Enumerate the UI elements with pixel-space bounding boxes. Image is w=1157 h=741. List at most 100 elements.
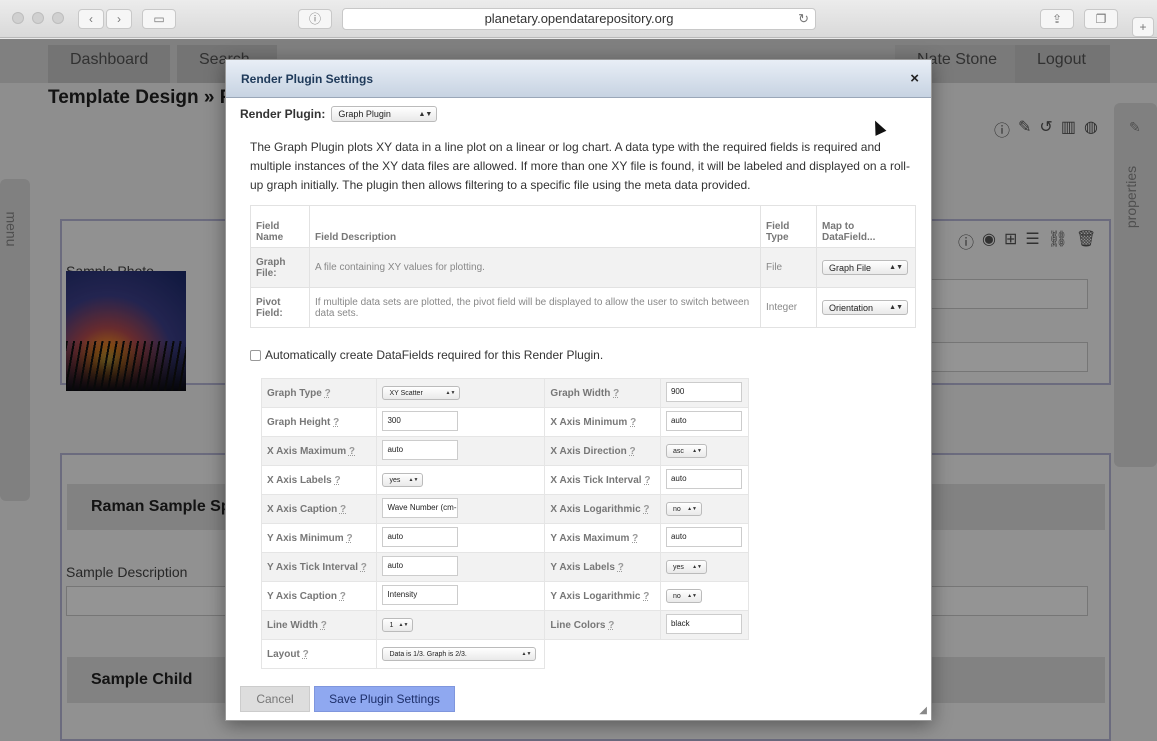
help-tooltip-link[interactable]: ? (361, 562, 367, 573)
help-tooltip-link[interactable]: ? (340, 504, 346, 515)
help-tooltip-link[interactable]: ? (325, 388, 331, 399)
graph-file-map-select[interactable]: Graph File ▲▼ (822, 260, 908, 275)
help-tooltip-link[interactable]: ? (643, 591, 649, 602)
select-arrows-icon: ▲▼ (418, 110, 433, 118)
address-bar[interactable]: planetary.opendatarepository.org ↻ (342, 8, 816, 30)
help-tooltip-link[interactable]: ? (346, 533, 352, 544)
dialog-title: Render Plugin Settings (241, 72, 374, 86)
map-cell: Graph File ▲▼ (816, 247, 916, 288)
option-row: X Axis Maximum ? auto X Axis Direction ? as… (260, 436, 750, 466)
help-tooltip-link[interactable]: ? (630, 446, 636, 457)
x-axis-maximum-input[interactable]: auto (382, 439, 459, 460)
option-label-cell: X Axis Logarithmic ? (544, 494, 661, 524)
help-tooltip-link[interactable]: ? (618, 562, 624, 573)
option-label-cell: Graph Height ? (260, 407, 378, 437)
option-value-cell: asc ▲▼ (659, 436, 750, 466)
option-row: Graph Type ? XY Scatter ▲▼ Graph Width ? 900 (260, 378, 750, 408)
graph-width-input[interactable]: 900 (665, 381, 742, 402)
field-name-cell: Graph File: (250, 247, 310, 288)
zoom-window-button[interactable] (52, 12, 64, 24)
select-arrows-icon: ▲▼ (687, 593, 697, 599)
y-axis-labels-select[interactable]: yes ▲▼ (665, 560, 707, 574)
line-width-select[interactable]: 1 ▲▼ (382, 618, 414, 632)
col-field-description: Field Description (309, 205, 761, 248)
graph-type-select[interactable]: XY Scatter ▲▼ (382, 386, 461, 400)
option-value-cell: auto (659, 465, 750, 495)
help-tooltip-link[interactable]: ? (608, 620, 614, 631)
x-axis-labels-select[interactable]: yes ▲▼ (382, 473, 424, 487)
sidebar-toggle-button[interactable]: ▭ (142, 9, 176, 29)
option-value-cell: auto (659, 407, 750, 437)
option-value-cell: black (659, 610, 750, 640)
map-cell: Orientation ▲▼ (816, 287, 916, 328)
reload-icon[interactable]: ↻ (798, 9, 809, 29)
x-axis-caption-input[interactable]: Wave Number (cm-1 (382, 497, 459, 518)
reader-button[interactable]: ⓘ (298, 9, 332, 29)
y-axis-logarithmic-select[interactable]: no ▲▼ (665, 589, 702, 603)
y-axis-tick-interval-input[interactable]: auto (382, 555, 459, 576)
graph-height-label: Graph Height (267, 416, 331, 428)
field-description-cell: If multiple data sets are plotted, the p… (309, 287, 761, 328)
y-axis-minimum-label: Y Axis Minimum (267, 532, 344, 544)
help-tooltip-link[interactable]: ? (334, 475, 340, 486)
y-axis-maximum-input[interactable]: auto (665, 526, 742, 547)
forward-button[interactable]: › (106, 9, 132, 29)
y-axis-caption-input[interactable]: Intensity (382, 584, 459, 605)
y-axis-tick-interval-label: Y Axis Tick Interval (267, 561, 358, 573)
help-tooltip-link[interactable]: ? (613, 388, 619, 399)
option-value-cell: 1 ▲▼ (376, 610, 546, 640)
sidebar-icon: ▭ (153, 12, 165, 26)
help-tooltip-link[interactable]: ? (303, 649, 309, 660)
help-tooltip-link[interactable]: ? (644, 475, 650, 486)
auto-create-checkbox[interactable] (250, 349, 261, 361)
x-axis-tick-interval-label: X Axis Tick Interval (550, 474, 642, 486)
chevron-left-icon: ‹ (89, 12, 93, 26)
option-value-cell: Data is 1/3. Graph is 2/3. ▲▼ (376, 639, 546, 669)
share-icon: ⇪ (1051, 12, 1063, 26)
select-arrows-icon: ▲▼ (692, 564, 702, 570)
cancel-button[interactable]: Cancel (240, 686, 310, 712)
col-map-to-datafield: Map to DataField... (816, 205, 916, 248)
layout-select[interactable]: Data is 1/3. Graph is 2/3. ▲▼ (382, 647, 537, 661)
pivot-field-map-select[interactable]: Orientation ▲▼ (822, 300, 908, 315)
url-text: planetary.opendatarepository.org (484, 11, 674, 26)
x-axis-minimum-input[interactable]: auto (665, 410, 742, 431)
x-axis-logarithmic-select[interactable]: no ▲▼ (665, 502, 702, 516)
back-button[interactable]: ‹ (78, 9, 104, 29)
line-colors-input[interactable]: black (665, 613, 742, 634)
help-tooltip-link[interactable]: ? (643, 504, 649, 515)
share-button[interactable]: ⇪ (1040, 9, 1074, 29)
option-label-cell: Y Axis Caption ? (260, 581, 378, 611)
close-icon[interactable]: × (910, 60, 919, 98)
graph-height-input[interactable]: 300 (382, 410, 459, 431)
help-tooltip-link[interactable]: ? (632, 533, 638, 544)
option-row: Y Axis Tick Interval ? auto Y Axis Labels … (260, 552, 750, 582)
x-axis-minimum-label: X Axis Minimum (550, 416, 628, 428)
select-arrows-icon: ▲▼ (889, 304, 903, 311)
save-plugin-settings-button[interactable]: Save Plugin Settings (314, 686, 455, 712)
option-label-cell: X Axis Minimum ? (544, 407, 661, 437)
help-tooltip-link[interactable]: ? (340, 591, 346, 602)
option-label-cell: X Axis Direction ? (544, 436, 661, 466)
help-tooltip-link[interactable]: ? (349, 446, 355, 457)
close-window-button[interactable] (12, 12, 24, 24)
auto-create-label: Automatically create DataFields required… (265, 348, 604, 362)
option-label-cell (545, 640, 661, 669)
render-plugin-select[interactable]: Graph Plugin ▲▼ (331, 106, 438, 122)
tabs-button[interactable]: ❐ (1084, 9, 1118, 29)
new-tab-button[interactable]: + (1132, 17, 1154, 37)
field-description-cell: A file containing XY values for plotting… (309, 247, 761, 288)
browser-toolbar: ‹ › ▭ ⓘ planetary.opendatarepository.org… (0, 0, 1157, 38)
help-tooltip-link[interactable]: ? (333, 417, 339, 428)
help-tooltip-link[interactable]: ? (630, 417, 636, 428)
minimize-window-button[interactable] (32, 12, 44, 24)
x-axis-direction-select[interactable]: asc ▲▼ (665, 444, 707, 458)
select-arrows-icon: ▲▼ (889, 264, 903, 271)
help-tooltip-link[interactable]: ? (321, 620, 327, 631)
dialog-title-bar: Render Plugin Settings × (226, 60, 931, 98)
col-field-name: Field Name (250, 205, 310, 248)
y-axis-minimum-input[interactable]: auto (382, 526, 459, 547)
resize-handle-icon[interactable]: ◢ (919, 705, 927, 716)
option-label-cell: Y Axis Maximum ? (544, 523, 661, 553)
x-axis-tick-interval-input[interactable]: auto (665, 468, 742, 489)
